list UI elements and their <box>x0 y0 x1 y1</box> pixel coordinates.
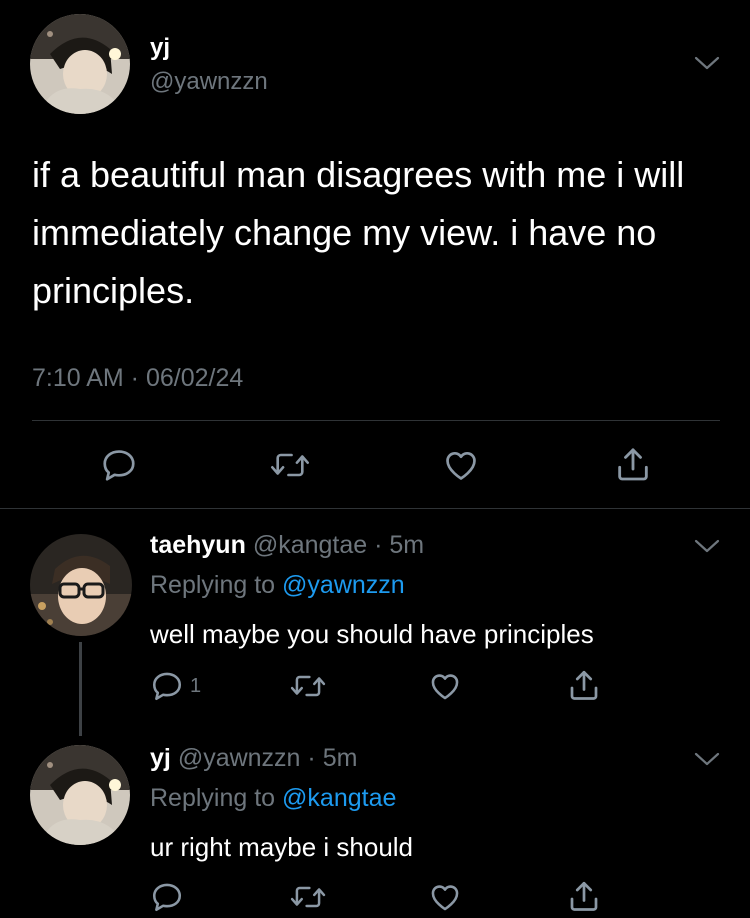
reply-count: 1 <box>190 675 202 697</box>
replying-to: Replying to @yawnzzn <box>150 571 405 600</box>
time[interactable]: · 5m <box>374 531 424 559</box>
replying-prefix: Replying to <box>150 571 276 599</box>
mention-link[interactable]: @yawnzzn <box>282 571 405 599</box>
time[interactable]: · 5m <box>307 744 357 772</box>
heart-icon[interactable] <box>428 880 462 914</box>
share-icon[interactable] <box>566 878 602 914</box>
heart-icon[interactable] <box>428 669 462 703</box>
replying-prefix: Replying to <box>150 784 276 812</box>
reply-header: yj @yawnzzn · 5m <box>150 744 357 773</box>
reply-text: ur right maybe i should <box>150 832 414 862</box>
reply-header: taehyun @kangtae · 5m <box>150 531 424 560</box>
divider <box>32 420 720 421</box>
chevron-down-icon[interactable] <box>693 54 721 72</box>
chevron-down-icon[interactable] <box>693 750 721 768</box>
retweet-icon[interactable] <box>270 446 310 484</box>
avatar[interactable] <box>30 14 130 114</box>
share-icon[interactable] <box>566 667 602 703</box>
retweet-icon[interactable] <box>290 669 326 703</box>
mention-link[interactable]: @kangtae <box>282 784 396 812</box>
share-icon[interactable] <box>613 444 653 484</box>
display-name[interactable]: yj <box>150 744 171 772</box>
avatar[interactable] <box>30 534 132 636</box>
replying-to: Replying to @kangtae <box>150 784 396 813</box>
display-name[interactable]: yj <box>150 34 170 62</box>
thread-line <box>79 642 82 736</box>
reply-text: well maybe you should have principles <box>150 619 594 649</box>
reply-icon[interactable] <box>150 669 184 703</box>
handle[interactable]: @kangtae <box>253 531 367 559</box>
section-divider <box>0 508 750 509</box>
retweet-icon[interactable] <box>290 880 326 914</box>
handle[interactable]: @yawnzzn <box>178 744 301 772</box>
timestamp[interactable]: 7:10 AM · 06/02/24 <box>32 364 243 393</box>
reply-icon[interactable] <box>150 880 184 914</box>
display-name[interactable]: taehyun <box>150 531 246 559</box>
chevron-down-icon[interactable] <box>693 537 721 555</box>
heart-icon[interactable] <box>441 446 481 484</box>
tweet-text: if a beautiful man disagrees with me i w… <box>32 154 685 311</box>
reply-icon[interactable] <box>100 446 138 484</box>
handle[interactable]: @yawnzzn <box>150 68 268 96</box>
avatar[interactable] <box>30 745 130 845</box>
